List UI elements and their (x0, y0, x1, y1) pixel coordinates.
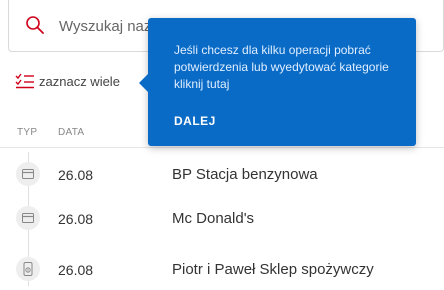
search-icon[interactable] (25, 15, 45, 35)
transaction-row[interactable]: 26.08 Piotr i Paweł Sklep spożywczy (0, 250, 444, 290)
transaction-row[interactable]: 26.08 Mc Donald's (0, 199, 444, 239)
transaction-date: 26.08 (58, 211, 94, 227)
column-header-type: TYP (17, 127, 38, 138)
transaction-name: BP Stacja benzynowa (172, 166, 318, 183)
tooltip-arrow (139, 74, 148, 92)
transaction-row[interactable]: 26.08 BP Stacja benzynowa (0, 155, 444, 195)
phone-payment-icon (16, 257, 40, 281)
checklist-icon (15, 73, 34, 89)
tooltip-text: Jeśli chcesz dla kilku operacji pobrać p… (174, 43, 389, 91)
column-header-date: DATA (58, 127, 85, 138)
next-button[interactable]: DALEJ (174, 114, 216, 128)
transaction-name: Mc Donald's (172, 210, 255, 227)
transaction-date: 26.08 (58, 167, 94, 183)
card-icon (16, 206, 40, 230)
header-divider (0, 147, 444, 148)
onboarding-tooltip: Jeśli chcesz dla kilku operacji pobrać p… (139, 18, 416, 146)
transaction-name: Piotr i Paweł Sklep spożywczy (172, 261, 374, 278)
transaction-date: 26.08 (58, 262, 94, 278)
select-many-button[interactable]: zaznacz wiele (15, 71, 120, 91)
select-many-label: zaznacz wiele (39, 73, 120, 89)
card-icon (16, 162, 40, 186)
